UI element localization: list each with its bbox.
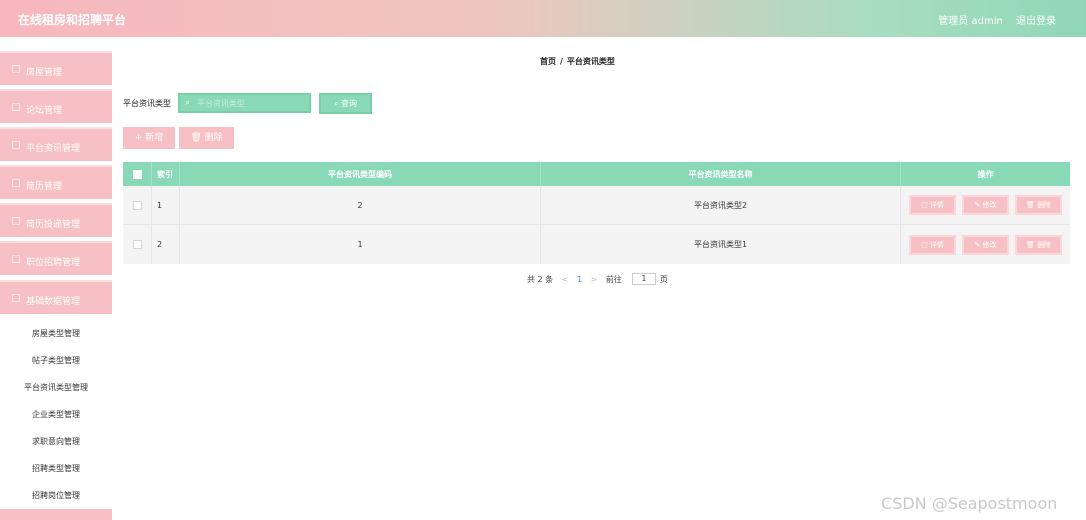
menu-icon (12, 294, 20, 302)
top-header: 在线租房和招聘平台 管理员 admin 退出登录 (0, 0, 1086, 37)
sidebar-menu-news[interactable]: 平台资讯管理 (0, 127, 112, 161)
search-icon: ⌕ (333, 99, 342, 108)
page-unit: 页 (659, 274, 668, 284)
sidebar-sub-position[interactable]: 招聘岗位管理 (0, 482, 112, 509)
edit-icon: ✎ (974, 201, 983, 209)
trash-icon: 🗑 (1025, 201, 1038, 209)
menu-icon (12, 179, 20, 187)
sidebar-menu-resume[interactable]: 简历管理 (0, 165, 112, 199)
pagination: 共 2 条 < 1 > 前往 1 页 (527, 273, 674, 285)
watermark: CSDN @Seapostmoon (881, 494, 1058, 513)
goto-label: 前往 (605, 274, 622, 284)
row-code: 2 (180, 186, 541, 224)
sidebar-sub-intention[interactable]: 求职意向管理 (0, 428, 112, 455)
sidebar-menu-base-data[interactable]: 基础数据管理 (0, 280, 112, 314)
row-name: 平台资讯类型1 (541, 225, 901, 264)
row-index: 2 (152, 225, 180, 264)
sidebar-sub-news-type[interactable]: 平台资讯类型管理 (0, 374, 112, 401)
col-header-index: 索引 (152, 162, 180, 186)
sidebar-sub-post-type[interactable]: 帖子类型管理 (0, 347, 112, 374)
add-button[interactable]: + 新增 (123, 127, 175, 149)
current-page[interactable]: 1 (577, 275, 582, 284)
breadcrumb: 首页 / 平台资讯类型 (540, 56, 615, 67)
edit-button[interactable]: ✎ 修改 (962, 234, 1009, 255)
menu-icon (12, 217, 20, 225)
search-icon: ⌕ (185, 98, 191, 108)
row-checkbox-cell (123, 186, 152, 224)
batch-delete-button[interactable]: 🗑 删除 (179, 127, 234, 149)
menu-icon (12, 103, 20, 111)
row-checkbox[interactable] (132, 240, 142, 249)
pagination-total: 共 2 条 (527, 274, 554, 284)
admin-user-label: 管理员 admin (938, 16, 1003, 27)
menu-icon (12, 141, 20, 149)
table-header: 索引 平台资讯类型编码 平台资讯类型名称 操作 (123, 162, 1070, 186)
detail-button[interactable]: ▢ 详情 (909, 195, 956, 215)
row-code: 1 (180, 225, 541, 264)
trash-icon: 🗑 (190, 133, 205, 143)
delete-button[interactable]: 🗑 删除 (1015, 195, 1062, 215)
search-input[interactable] (197, 97, 305, 110)
delete-button[interactable]: 🗑 删除 (1015, 234, 1062, 255)
goto-page-input[interactable]: 1 (631, 273, 656, 285)
row-checkbox-cell (123, 225, 152, 264)
logout-link[interactable]: 退出登录 (1016, 16, 1056, 27)
sidebar-bottom-bar (0, 509, 112, 520)
sidebar: 房屋管理 论坛管理 平台资讯管理 简历管理 简历投递管理 职位招聘管理 基础数据… (0, 37, 112, 520)
detail-icon: ▢ (921, 201, 930, 209)
sidebar-menu-forum[interactable]: 论坛管理 (0, 89, 112, 123)
row-name: 平台资讯类型2 (541, 186, 901, 224)
trash-icon: 🗑 (1025, 240, 1038, 249)
menu-icon (12, 65, 20, 73)
detail-icon: ▢ (921, 240, 930, 249)
row-checkbox[interactable] (132, 200, 142, 210)
prev-page-button[interactable]: < (562, 275, 569, 284)
sidebar-sub-house-type[interactable]: 房屋类型管理 (0, 320, 112, 347)
sidebar-sub-company-type[interactable]: 企业类型管理 (0, 401, 112, 428)
header-user-area: 管理员 admin 退出登录 (928, 12, 1056, 27)
row-index: 1 (152, 186, 180, 224)
table-row: 1 2 平台资讯类型2 ▢ 详情 ✎ 修改 🗑 删除 (123, 186, 1070, 225)
search-label: 平台资讯类型 (123, 99, 171, 108)
edit-button[interactable]: ✎ 修改 (962, 195, 1009, 215)
sidebar-sub-recruit-type[interactable]: 招聘类型管理 (0, 455, 112, 482)
col-header-actions: 操作 (977, 169, 994, 179)
query-button[interactable]: ⌕ 查询 (319, 93, 372, 114)
select-all-checkbox[interactable] (132, 169, 142, 179)
menu-icon (12, 255, 20, 263)
breadcrumb-separator: / (560, 57, 563, 66)
row-actions: ▢ 详情 ✎ 修改 🗑 删除 (901, 186, 1070, 224)
app-title: 在线租房和招聘平台 (18, 13, 127, 27)
table-row: 2 1 平台资讯类型1 ▢ 详情 ✎ 修改 🗑 删除 (123, 225, 1070, 264)
detail-button[interactable]: ▢ 详情 (909, 234, 956, 255)
breadcrumb-current: 平台资讯类型 (566, 57, 615, 66)
select-all-cell (123, 162, 152, 186)
next-page-button[interactable]: > (591, 275, 598, 284)
breadcrumb-home[interactable]: 首页 (540, 57, 556, 66)
sidebar-menu-jobs[interactable]: 职位招聘管理 (0, 241, 112, 275)
edit-icon: ✎ (974, 240, 983, 249)
row-actions: ▢ 详情 ✎ 修改 🗑 删除 (901, 225, 1070, 264)
col-header-name: 平台资讯类型名称 (541, 162, 901, 186)
sidebar-menu-delivery[interactable]: 简历投递管理 (0, 203, 112, 237)
search-field[interactable]: ⌕ (178, 93, 311, 113)
sidebar-menu-house[interactable]: 房屋管理 (0, 51, 112, 85)
col-header-code: 平台资讯类型编码 (180, 162, 541, 186)
